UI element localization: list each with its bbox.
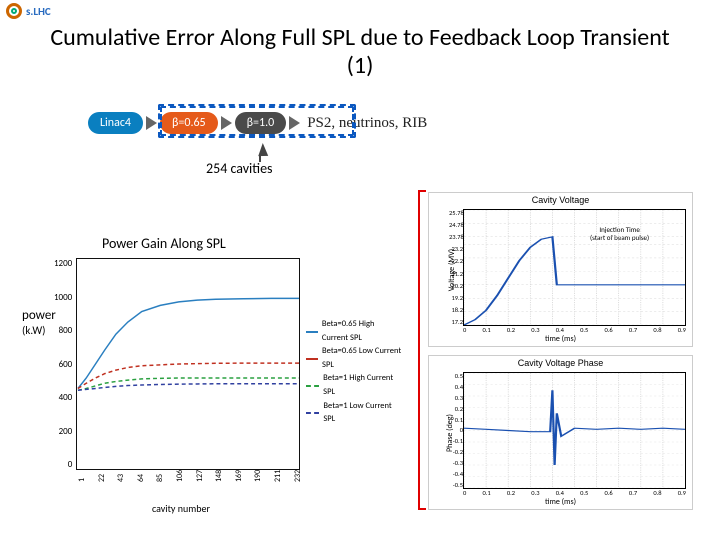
chart2-xticks: 00.10.20.30.40.50.60.70.80.9: [463, 326, 686, 334]
bracket-icon: [418, 190, 426, 510]
page-title: Cumulative Error Along Full SPL due to F…: [40, 24, 680, 79]
chart2-title: Cavity Voltage: [429, 195, 692, 205]
spl-highlight-inner: [160, 106, 354, 136]
chart3-yticks: 0.50.40.30.20.10-0.1-0.2-0.3-0.4-0.5: [449, 372, 463, 489]
logo-text: s.LHC: [26, 5, 51, 18]
chart3-xticks: 00.10.20.30.40.50.60.70.80.9: [463, 489, 686, 497]
chart3-plot: [463, 372, 686, 489]
logo-rings-icon: [6, 3, 22, 19]
chart2-xlabel: time (ms): [429, 334, 692, 344]
chart1-xlabel: cavity number: [152, 502, 210, 515]
chart1-legend: Beta=0.65 High Current SPLBeta=0.65 Low …: [306, 318, 402, 427]
chart1-plot: [76, 258, 300, 470]
chart2-plot: [463, 209, 686, 326]
power-gain-chart: power (k.W) 120010008006004002000 122436…: [24, 258, 402, 523]
slhc-logo: s.LHC: [6, 3, 51, 19]
chart3-title: Cavity Voltage Phase: [429, 358, 692, 368]
cavities-arrow-icon: [258, 143, 268, 156]
chart1-yticks: 120010008006004002000: [54, 258, 72, 470]
chart3-xlabel: time (ms): [429, 497, 692, 507]
chart2-yticks: 25.7824.7823.7823.222.221.220.219.218.21…: [449, 209, 463, 326]
cavity-phase-chart: Cavity Voltage Phase Phase (deg) 0.50.40…: [428, 355, 693, 510]
chart1-xticks: 122436485106127148169190211232: [76, 476, 300, 504]
arrow-icon: [146, 116, 157, 130]
chart1-ylabel: power (k.W): [22, 308, 56, 338]
cavities-label: 254 cavities: [206, 160, 273, 177]
chart1-title: Power Gain Along SPL: [102, 235, 226, 252]
cavity-voltage-chart: Cavity Voltage Voltage (MV) 25.7824.7823…: [428, 192, 693, 347]
linac4-chip: Linac4: [88, 112, 143, 134]
